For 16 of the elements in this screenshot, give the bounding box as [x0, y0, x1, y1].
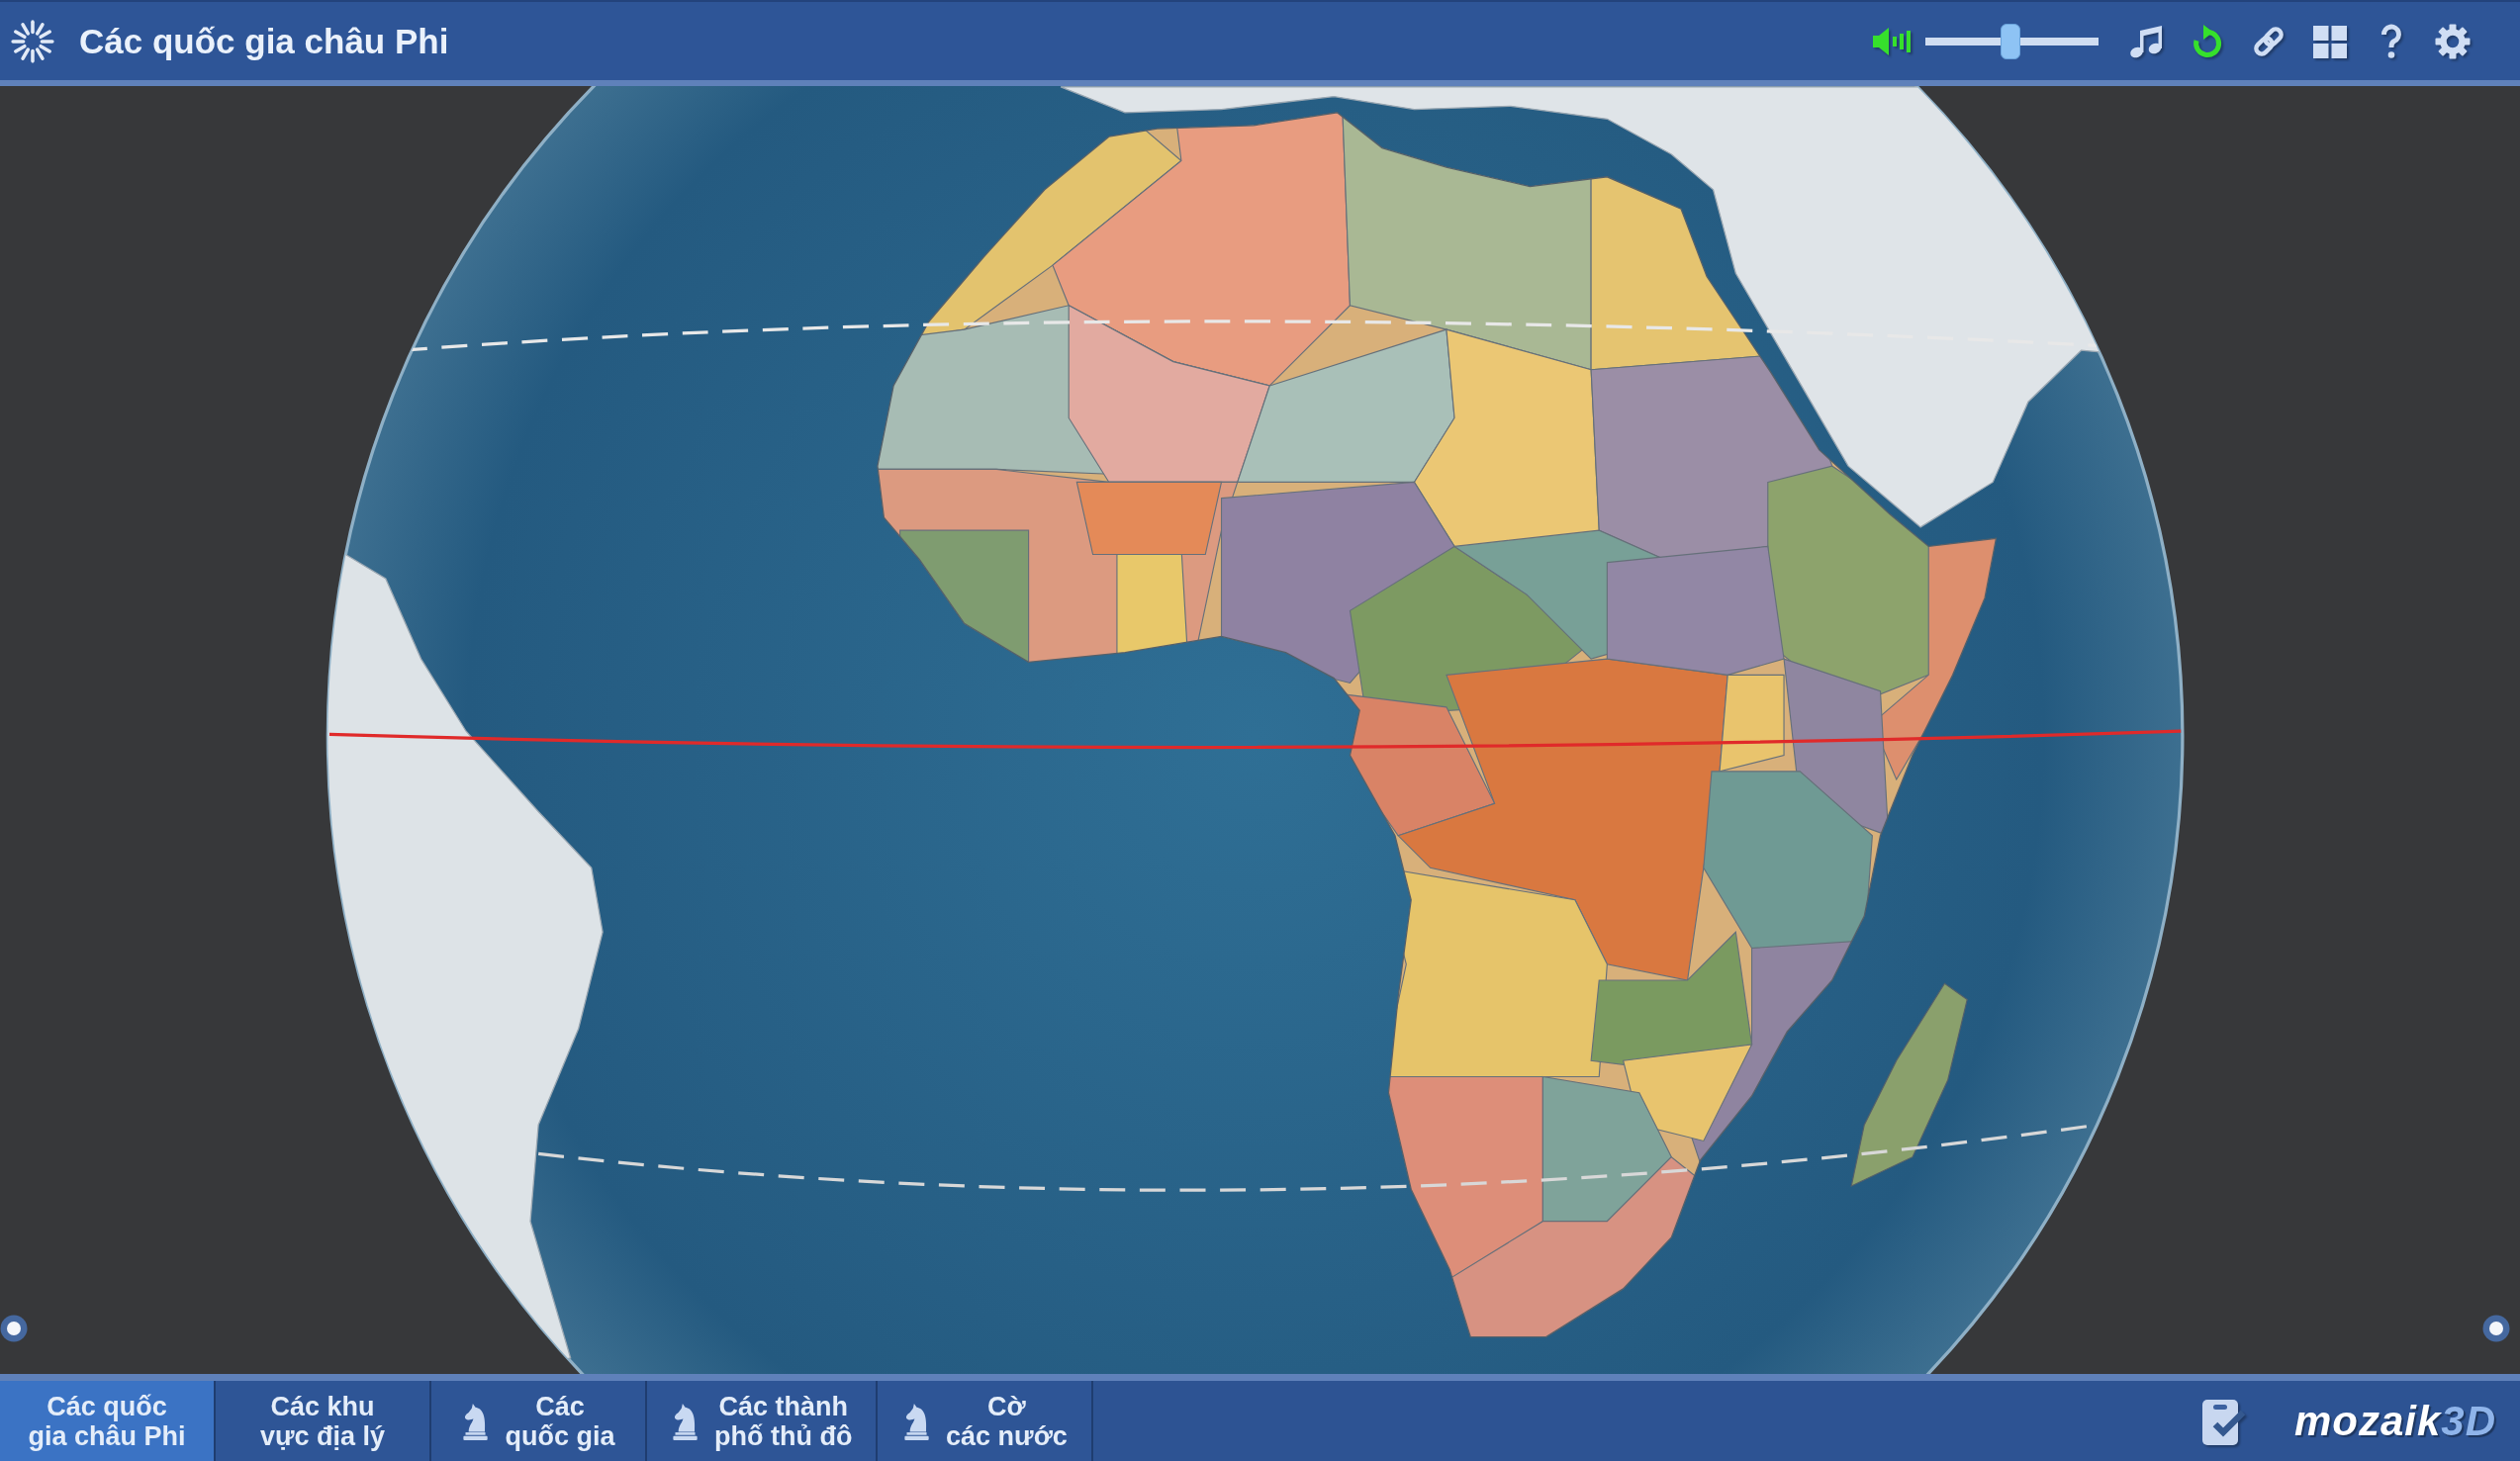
brand-logo: mozaik3D — [2293, 1397, 2496, 1445]
volume-slider[interactable] — [1925, 23, 2099, 59]
app-title: Các quốc gia châu Phi — [79, 20, 449, 62]
help-icon[interactable] — [2380, 23, 2403, 59]
knight-icon — [902, 1402, 931, 1440]
nav-dot-icon[interactable] — [0, 1315, 28, 1342]
loading-spinner-icon — [10, 18, 55, 64]
speaker-icon[interactable] — [1872, 25, 1912, 57]
nav-dot-icon[interactable] — [2482, 1315, 2510, 1342]
volume-slider-thumb[interactable] — [2000, 23, 2020, 59]
grid-icon[interactable] — [2312, 23, 2348, 59]
knight-icon — [671, 1402, 699, 1440]
mode-tab[interactable]: Các quốc gia châu Phi — [0, 1381, 216, 1461]
music-note-icon[interactable] — [2128, 23, 2164, 59]
knight-icon — [461, 1402, 490, 1440]
settings-icon[interactable] — [2435, 23, 2471, 59]
